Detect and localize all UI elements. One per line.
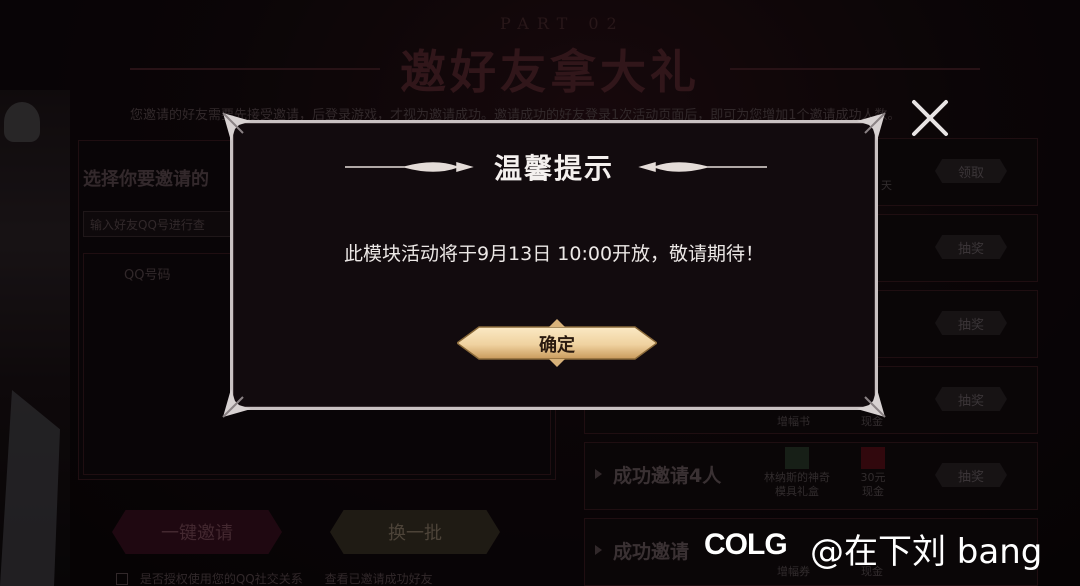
watermark: COLG @在下刘 bang (700, 520, 1070, 572)
title-flourish-right (638, 162, 767, 172)
confirm-button[interactable]: 确定 (457, 319, 657, 367)
dialog-message: 此模块活动将于9月13日 10:00开放，敬请期待！ (343, 243, 765, 265)
ornament-corner-icon (222, 389, 251, 418)
notice-dialog: 温馨提示 此模块活动将于9月13日 10:00开放，敬请期待！ 确定 (222, 112, 886, 418)
close-icon[interactable] (908, 96, 952, 140)
dialog-title: 温馨提示 (493, 152, 614, 185)
colg-logo: COLG (704, 528, 788, 561)
watermark-text: @在下刘 bang (810, 532, 1043, 572)
ornament-corner-icon (857, 389, 886, 418)
confirm-button-label: 确定 (539, 335, 575, 356)
